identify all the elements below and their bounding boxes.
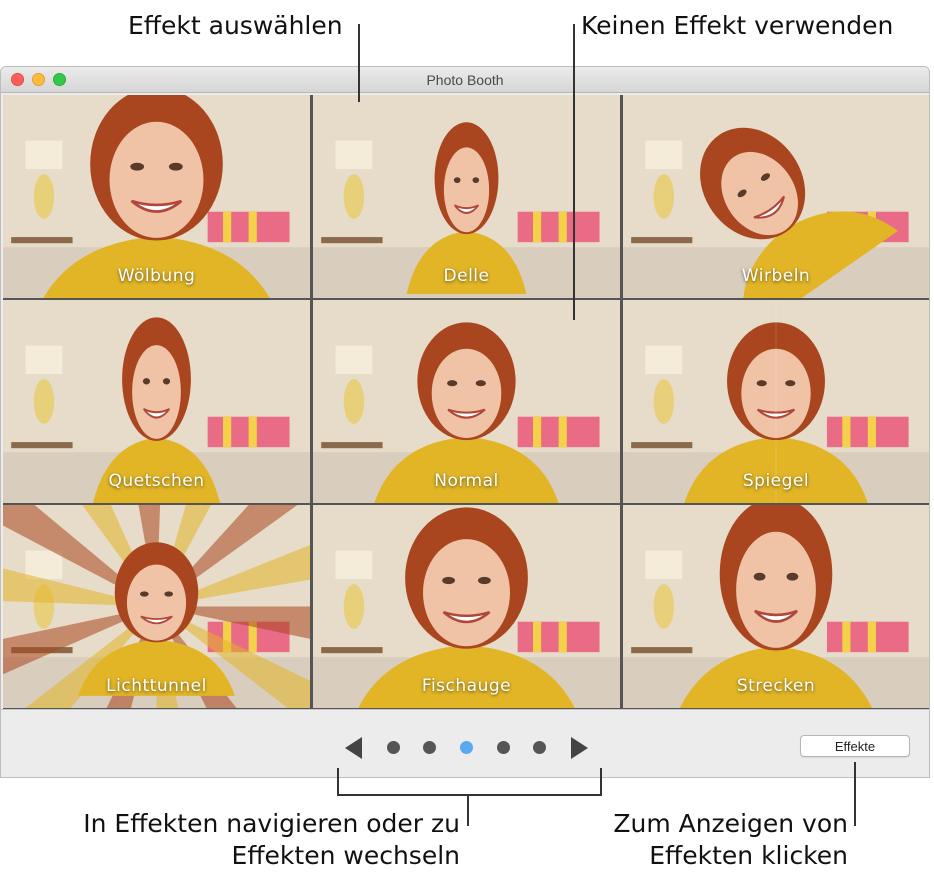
page-dot-1[interactable] xyxy=(387,741,400,754)
effect-label: Lichttunnel xyxy=(106,676,207,696)
page-dot-4[interactable] xyxy=(497,741,510,754)
page-dot-5[interactable] xyxy=(533,741,546,754)
effects-button[interactable]: Effekte xyxy=(800,735,910,757)
effect-label: Spiegel xyxy=(742,471,810,491)
effect-tile-stretch[interactable]: Strecken xyxy=(623,505,929,708)
triangle-left-icon[interactable] xyxy=(345,737,362,759)
effect-label: Wirbeln xyxy=(741,266,811,286)
bottom-toolbar: Effekte xyxy=(1,709,929,777)
effect-tile-bulge[interactable]: Wölbung xyxy=(3,95,310,298)
effect-label: Quetschen xyxy=(108,471,205,491)
leader-line-no-effect xyxy=(573,24,575,320)
callout-navigate-line1: In Effekten navigieren oder zu xyxy=(83,809,460,838)
page-dot-2[interactable] xyxy=(423,741,436,754)
effect-label: Wölbung xyxy=(117,266,196,286)
title-bar: Photo Booth xyxy=(1,67,929,93)
effect-tile-normal[interactable]: Normal xyxy=(313,300,620,503)
callout-no-effect: Keinen Effekt verwenden xyxy=(581,11,894,40)
callout-navigate-line2: Effekten wechseln xyxy=(231,841,460,870)
bracket-right xyxy=(600,768,602,796)
bracket-left xyxy=(337,768,339,796)
effect-label: Fischauge xyxy=(421,676,512,696)
effects-grid: Wölbung Delle Wirbeln Quetschen Normal S… xyxy=(3,95,929,709)
effect-tile-squeeze[interactable]: Quetschen xyxy=(3,300,310,503)
callout-select-effect: Effekt auswählen xyxy=(128,11,343,40)
photo-booth-window: Photo Booth Wölbung Delle Wirbeln Quetsc… xyxy=(0,66,930,778)
leader-line-select-effect xyxy=(358,24,360,102)
effect-label: Normal xyxy=(434,471,499,491)
triangle-right-icon[interactable] xyxy=(571,737,588,759)
bracket-bottom xyxy=(337,794,602,796)
effect-label: Strecken xyxy=(736,676,816,696)
effect-tile-twirl[interactable]: Wirbeln xyxy=(623,95,929,298)
leader-line-navigate xyxy=(467,794,469,826)
effect-tile-fisheye[interactable]: Fischauge xyxy=(313,505,620,708)
effect-tile-mirror[interactable]: Spiegel xyxy=(623,300,929,503)
callout-click-line1: Zum Anzeigen von xyxy=(613,809,848,838)
window-title: Photo Booth xyxy=(426,72,504,88)
leader-line-effects-button xyxy=(854,762,856,826)
effect-tile-light-tunnel[interactable]: Lichttunnel xyxy=(3,505,310,708)
callout-click-line2: Effekten klicken xyxy=(649,841,848,870)
page-dot-3[interactable] xyxy=(460,741,473,754)
